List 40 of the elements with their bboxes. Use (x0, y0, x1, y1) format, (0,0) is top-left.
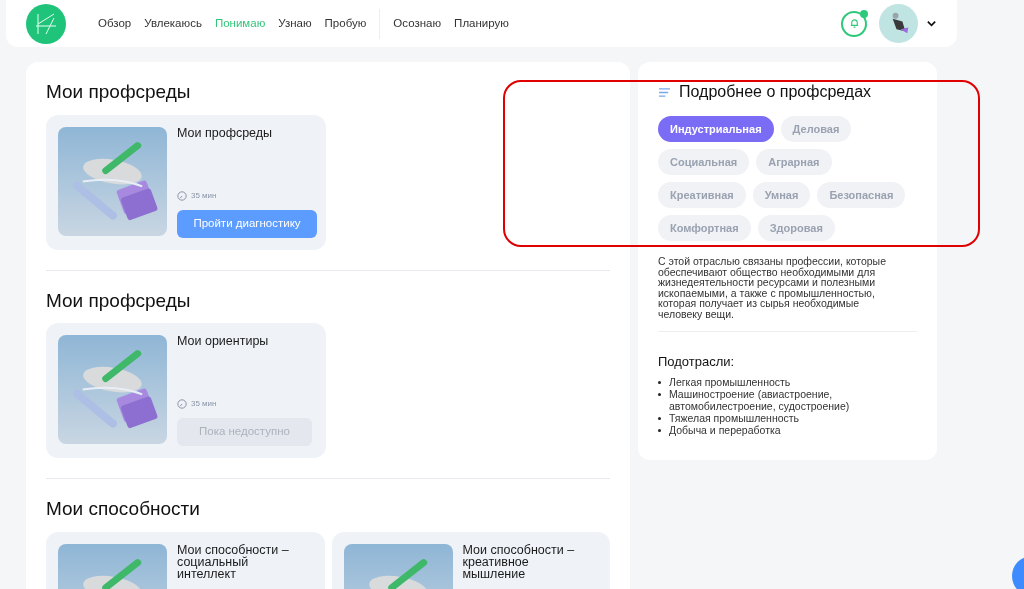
details-title: Подробнее о профсредах (679, 82, 872, 102)
category-tag[interactable]: Индустриальная (658, 116, 774, 142)
clock-icon (177, 190, 187, 201)
category-tag[interactable]: Умная (752, 182, 811, 208)
duration-label: 35 мин (191, 398, 217, 410)
section-heading: Мои способности (46, 497, 201, 521)
nav-link[interactable]: Пробую (324, 14, 367, 33)
category-tag[interactable]: Аграрная (756, 149, 832, 175)
section-heading: Мои профсреды (46, 288, 192, 313)
list-icon (658, 86, 671, 98)
subsectors-heading: Подотрасли: (658, 353, 736, 371)
subsector-item: Тяжелая промышленность (669, 411, 800, 424)
card-title: Мои профсреды (177, 126, 274, 139)
avatar[interactable] (879, 4, 918, 43)
category-tag[interactable]: Креативная (658, 182, 746, 208)
nav-link[interactable]: Обзор (98, 14, 132, 33)
card-title: Мои способности – социальный интеллект (177, 543, 290, 580)
card-title: Мои ориентиры (177, 335, 270, 347)
card-title: Мои способности – креативное мышление (462, 543, 576, 580)
nav-link[interactable]: Увлекаюсь (144, 14, 202, 33)
subsector-item: Легкая промышленность (669, 375, 791, 388)
category-tag[interactable]: Безопасная (817, 182, 906, 208)
category-tag[interactable]: Здоровая (757, 215, 835, 241)
subsector-item: Добыча и переработка (669, 423, 781, 436)
nav-link[interactable]: Узнаю (278, 14, 312, 33)
nav-link[interactable]: Понимаю (214, 14, 266, 33)
category-tag[interactable]: Комфортная (658, 215, 751, 241)
description-text: С этой отраслью связаны профессии, которые обеспечивают общество необходимыми для жизнедеятельности ресурсами и полезными ископаемыми, а также с промышленностью, которая получает из сырья необходимые человеку вещи. (658, 256, 887, 319)
category-tag[interactable]: Деловая (780, 116, 852, 142)
card-button[interactable]: Пройти диагностику (177, 209, 317, 238)
bell-icon (848, 18, 860, 29)
logo-icon (26, 3, 66, 44)
chevron-down-icon[interactable] (926, 18, 937, 29)
subsector-item: Машиностроение (авиастроение, автомобилестроение, судостроение) (669, 387, 851, 412)
nav-link[interactable]: Осознаю (393, 14, 442, 33)
category-tag[interactable]: Социальная (658, 149, 750, 175)
nav-link[interactable]: Планирую (454, 14, 509, 33)
section-heading: Мои профсреды (46, 80, 192, 104)
duration-label: 35 мин (191, 189, 217, 202)
clock-icon (177, 399, 187, 409)
